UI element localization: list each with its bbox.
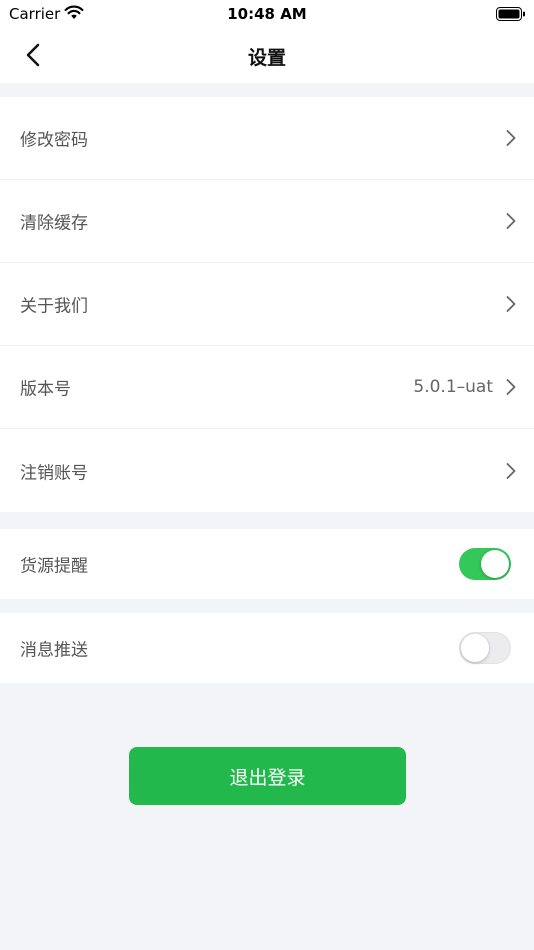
supply-reminder-group: 货源提醒 (0, 529, 534, 599)
message-push-row: 消息推送 (0, 613, 534, 683)
battery-icon (496, 6, 526, 25)
version-row[interactable]: 版本号 5.0.1–uat (0, 346, 534, 429)
row-label: 消息推送 (20, 640, 88, 661)
change-password-row[interactable]: 修改密码 (0, 97, 534, 180)
chevron-right-icon (506, 213, 516, 229)
chevron-right-icon (506, 296, 516, 312)
nav-bar: 设置 (0, 28, 534, 83)
toggle-knob (481, 550, 509, 578)
status-bar: Carrier 10:48 AM (0, 0, 534, 28)
supply-reminder-toggle[interactable] (459, 548, 511, 580)
chevron-right-icon (506, 379, 516, 395)
row-label: 版本号 (20, 379, 71, 400)
row-label: 货源提醒 (20, 556, 88, 577)
message-push-toggle[interactable] (459, 632, 511, 664)
row-label: 清除缓存 (20, 213, 88, 234)
supply-reminder-row: 货源提醒 (0, 529, 534, 599)
logout-button[interactable]: 退出登录 (129, 747, 406, 805)
message-push-group: 消息推送 (0, 613, 534, 683)
version-value: 5.0.1–uat (413, 377, 493, 397)
status-time: 10:48 AM (227, 5, 307, 23)
chevron-right-icon (506, 462, 516, 479)
page-title: 设置 (247, 47, 286, 69)
chevron-right-icon (506, 130, 516, 146)
clear-cache-row[interactable]: 清除缓存 (0, 180, 534, 263)
delete-account-row[interactable]: 注销账号 (0, 429, 534, 512)
about-us-row[interactable]: 关于我们 (0, 263, 534, 346)
toggle-knob (461, 634, 489, 662)
row-label: 关于我们 (20, 296, 88, 317)
row-label: 注销账号 (20, 463, 88, 483)
row-label: 修改密码 (20, 130, 88, 151)
settings-list: 修改密码 清除缓存 关于我们 版本号 5.0.1–uat 注销账号 (0, 97, 534, 512)
